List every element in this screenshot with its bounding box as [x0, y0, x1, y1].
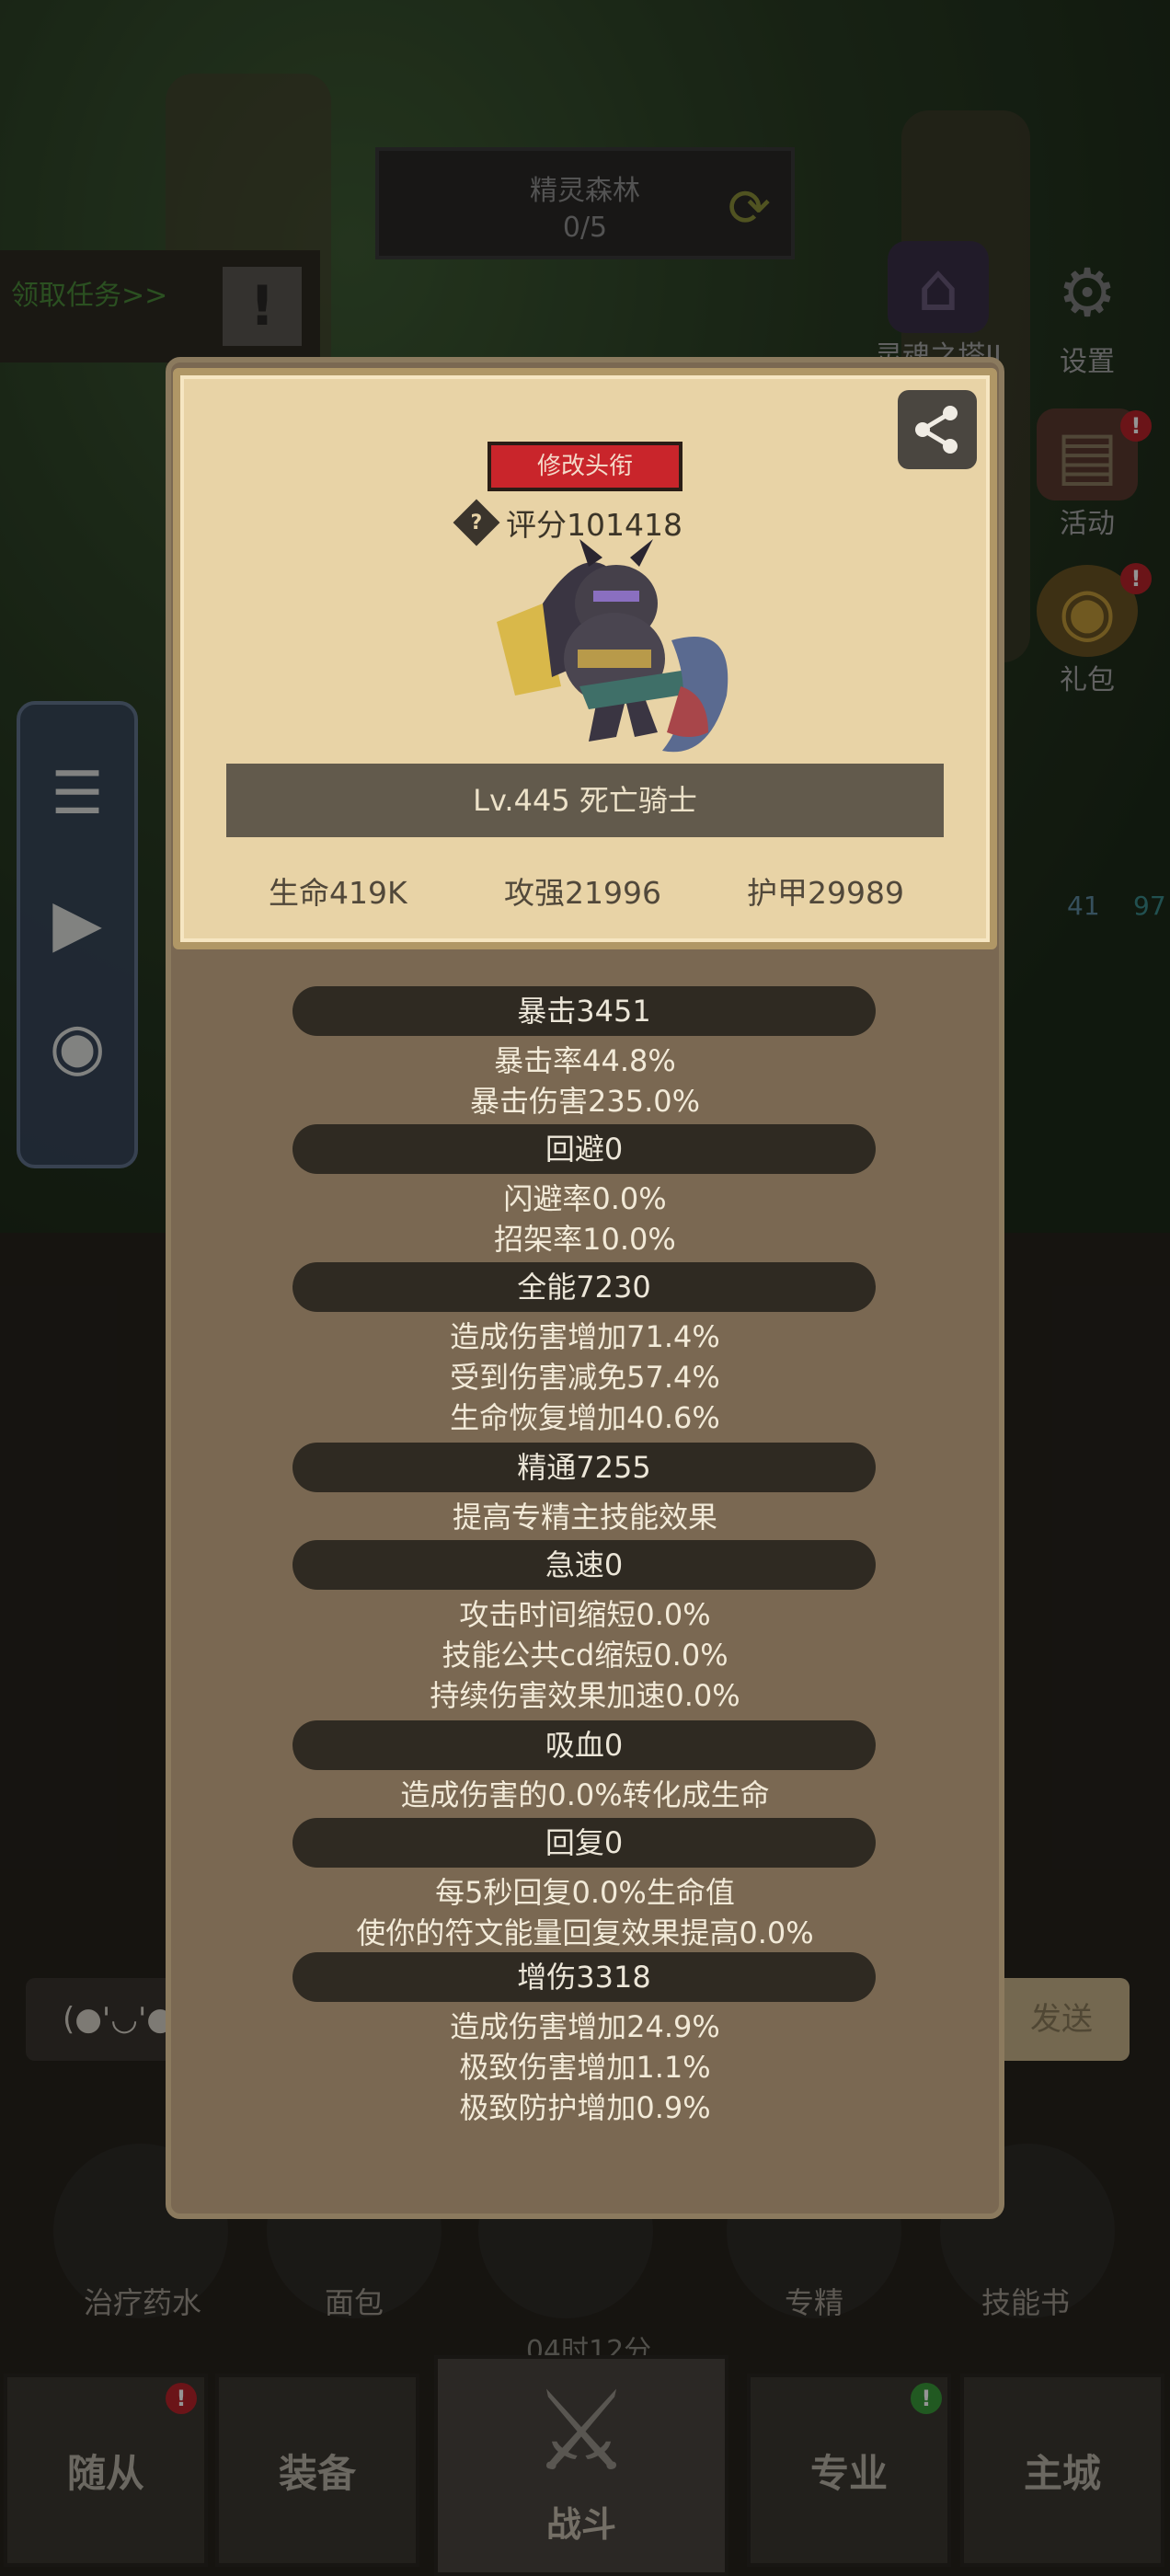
stat-line: 持续伤害效果加速0.0%: [430, 1678, 740, 1713]
section-crit: 暴击3451: [292, 986, 876, 1036]
stat-line: 闪避率0.0%: [503, 1181, 667, 1216]
stat-line: 受到伤害减免57.4%: [450, 1360, 720, 1395]
score-text: 评分101418: [506, 507, 682, 543]
stat-line: 攻击时间缩短0.0%: [459, 1597, 711, 1632]
death-knight-avatar: [497, 539, 728, 753]
stat-line: 暴击伤害235.0%: [469, 1084, 701, 1119]
character-name: Lv.445 死亡骑士: [226, 764, 944, 837]
armor-stat: 护甲29989: [747, 875, 904, 911]
section-damage-bonus: 增伤3318: [292, 1952, 876, 2002]
section-mastery: 精通7255: [292, 1443, 876, 1492]
attack-stat: 攻强21996: [504, 875, 661, 911]
stat-line: 造成伤害的0.0%转化成生命: [400, 1777, 770, 1812]
stat-line: 极致防护增加0.9%: [459, 2090, 711, 2125]
hp-stat: 生命419K: [269, 875, 407, 911]
score-row: ? 评分101418: [453, 499, 682, 546]
section-versatility: 全能7230: [292, 1262, 876, 1312]
stat-line: 暴击率44.8%: [494, 1043, 676, 1078]
share-button[interactable]: [898, 390, 977, 469]
stat-line: 生命恢复增加40.6%: [450, 1400, 720, 1435]
stat-line: 极致伤害增加1.1%: [459, 2050, 711, 2085]
stat-line: 招架率10.0%: [494, 1222, 676, 1257]
stat-line: 每5秒回复0.0%生命值: [435, 1875, 735, 1910]
stat-line: 使你的符文能量回复效果提高0.0%: [356, 1915, 814, 1950]
section-avoidance: 回避0: [292, 1124, 876, 1174]
section-regen: 回复0: [292, 1818, 876, 1868]
stat-line: 技能公共cd缩短0.0%: [442, 1638, 728, 1673]
stat-line: 提高专精主技能效果: [452, 1500, 717, 1535]
share-icon: [915, 406, 958, 454]
stat-line: 造成伤害增加71.4%: [450, 1319, 720, 1354]
stat-line: 造成伤害增加24.9%: [450, 2009, 720, 2044]
section-haste: 急速0: [292, 1540, 876, 1590]
edit-title-button[interactable]: 修改头衔: [488, 442, 682, 491]
section-leech: 吸血0: [292, 1720, 876, 1770]
